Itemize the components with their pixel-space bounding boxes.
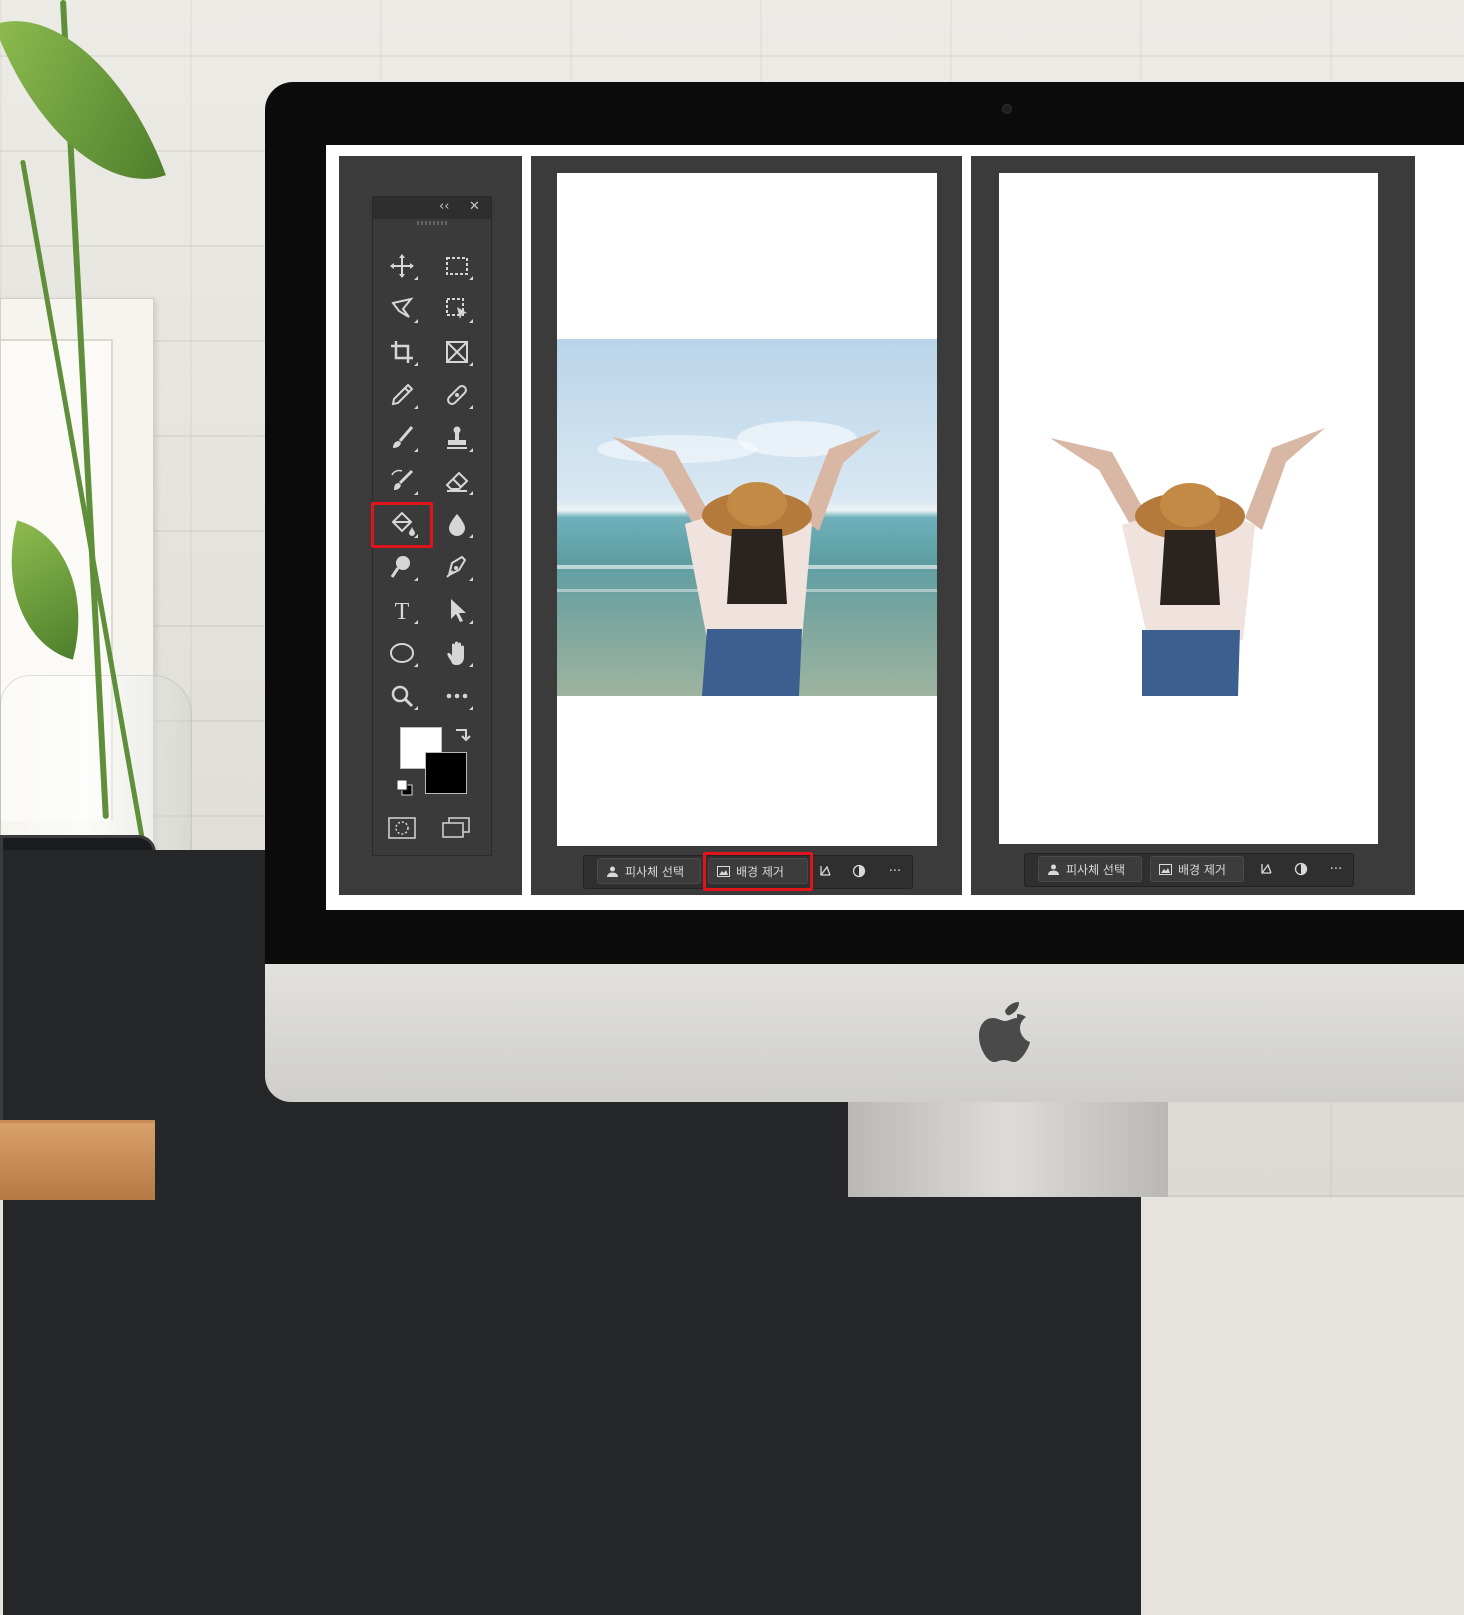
remove-background-highlight <box>703 852 813 891</box>
quick-mask-icon[interactable] <box>387 816 417 840</box>
transform-icon[interactable] <box>1255 858 1277 880</box>
adjustment-icon[interactable] <box>848 860 870 882</box>
move-icon[interactable] <box>380 247 424 285</box>
spot-healing-icon[interactable] <box>435 376 479 414</box>
clone-stamp-icon[interactable] <box>435 419 479 457</box>
woman-figure <box>612 429 882 696</box>
paint-bucket-highlight <box>371 502 433 548</box>
collapse-icon[interactable]: ‹‹ <box>439 199 449 214</box>
adjustment-icon[interactable] <box>1290 858 1312 880</box>
brush-icon[interactable] <box>380 419 424 457</box>
rectangular-marquee-icon[interactable] <box>435 247 479 285</box>
select-subject-button[interactable]: 피사체 선택 <box>597 858 701 884</box>
history-brush-icon[interactable] <box>380 462 424 500</box>
object-selection-icon[interactable] <box>435 290 479 328</box>
remove-background-button[interactable]: 배경 제거 <box>1150 856 1244 882</box>
imac-stand <box>848 1102 1168 1197</box>
apple-logo-icon <box>979 1002 1030 1062</box>
remove-background-label: 배경 제거 <box>1178 862 1226 877</box>
person-icon <box>607 866 618 877</box>
person-icon <box>1048 864 1059 875</box>
camera-icon <box>1002 104 1012 114</box>
transform-icon[interactable] <box>814 860 836 882</box>
imac-chin <box>265 964 1464 1102</box>
dodge-icon[interactable] <box>380 548 424 586</box>
cutout-woman-figure <box>1050 428 1325 696</box>
blur-icon[interactable] <box>435 505 479 543</box>
more-tools-icon[interactable] <box>435 677 479 715</box>
background-color-swatch[interactable] <box>425 752 467 794</box>
smartphone <box>0 835 1141 1615</box>
svg-text:T: T <box>395 599 410 624</box>
more-options-icon[interactable]: ··· <box>884 860 906 882</box>
path-selection-icon[interactable] <box>435 591 479 629</box>
ellipse-icon[interactable] <box>380 634 424 672</box>
close-icon[interactable]: ✕ <box>469 199 480 214</box>
beach-photo <box>557 339 937 696</box>
select-subject-button[interactable]: 피사체 선택 <box>1038 856 1142 882</box>
lasso-icon[interactable] <box>380 290 424 328</box>
eyedropper-icon[interactable] <box>380 376 424 414</box>
hand-icon[interactable] <box>435 634 479 672</box>
pen-icon[interactable] <box>435 548 479 586</box>
image-icon <box>1159 863 1172 875</box>
drag-grip[interactable] <box>417 221 447 225</box>
crop-icon[interactable] <box>380 333 424 371</box>
more-options-icon[interactable]: ··· <box>1325 858 1347 880</box>
wooden-phone-stand <box>0 1120 155 1200</box>
eraser-icon[interactable] <box>435 462 479 500</box>
screen-mode-icon[interactable] <box>440 815 472 841</box>
select-subject-label: 피사체 선택 <box>1066 862 1126 877</box>
select-subject-label: 피사체 선택 <box>625 864 685 879</box>
toolbox-header[interactable]: ‹‹ ✕ <box>373 197 491 219</box>
frame-icon[interactable] <box>435 333 479 371</box>
swap-colors-icon[interactable] <box>452 726 474 746</box>
type-icon[interactable]: T <box>380 591 424 629</box>
default-colors-icon[interactable] <box>396 779 414 797</box>
zoom-icon[interactable] <box>380 677 424 715</box>
